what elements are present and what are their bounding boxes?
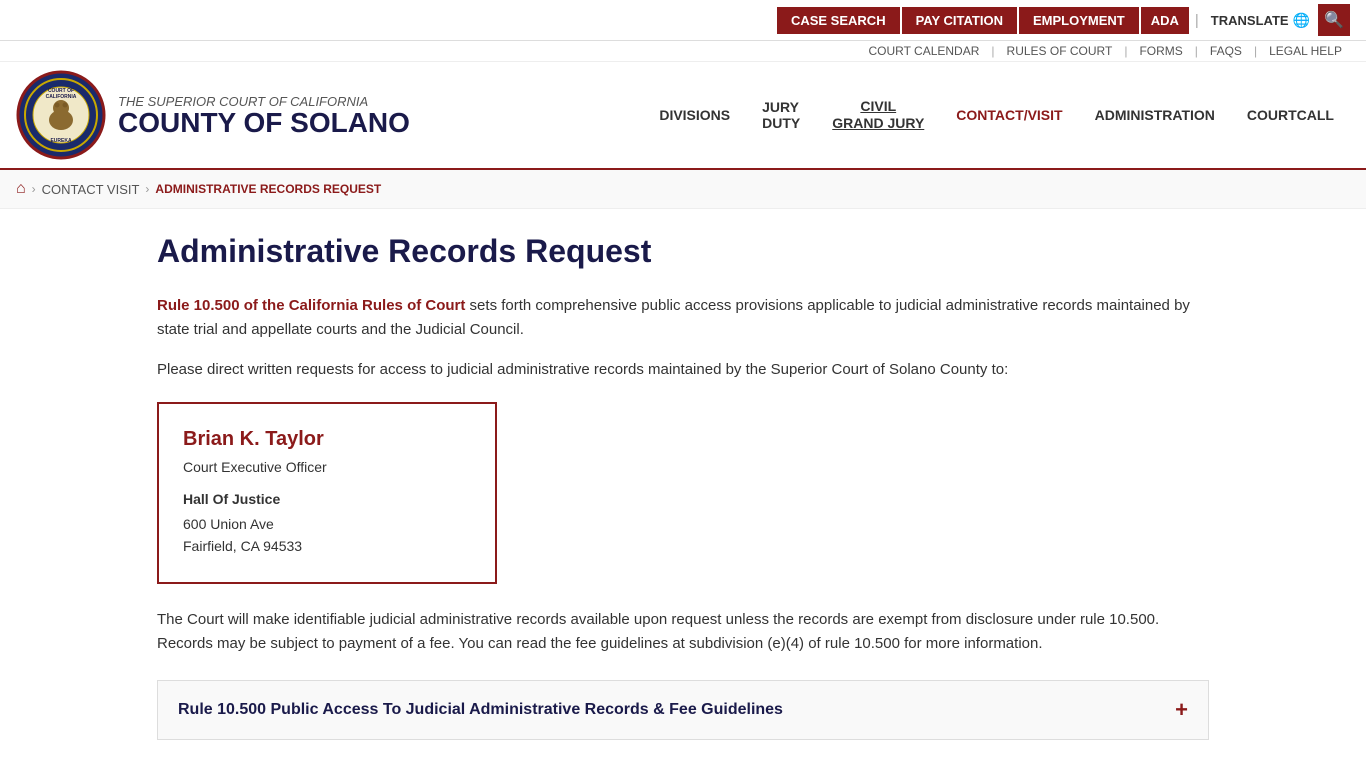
- nav-administration[interactable]: ADMINISTRATION: [1079, 99, 1231, 131]
- court-seal: COURT OF CALIFORNIA EUREKA: [16, 70, 106, 160]
- accordion-rule-10500: Rule 10.500 Public Access To Judicial Ad…: [157, 680, 1209, 740]
- forms-link[interactable]: FORMS: [1131, 44, 1190, 58]
- contact-address-line1: 600 Union Ave: [183, 513, 471, 535]
- nav-jury-duty-label: JURYDUTY: [762, 99, 800, 131]
- secondary-links-bar: COURT CALENDAR | RULES OF COURT | FORMS …: [0, 41, 1366, 62]
- contact-name: Brian K. Taylor: [183, 428, 471, 451]
- page-title: Administrative Records Request: [157, 233, 1209, 270]
- rules-of-court-link[interactable]: RULES OF COURT: [999, 44, 1121, 58]
- svg-text:CALIFORNIA: CALIFORNIA: [46, 94, 77, 100]
- nav-divisions[interactable]: DIVISIONS: [643, 99, 746, 131]
- nav-civil-grand-jury[interactable]: CIVIL GRAND JURY: [816, 90, 940, 140]
- globe-icon: 🌐: [1293, 12, 1310, 29]
- case-search-button[interactable]: CASE SEARCH: [777, 7, 900, 34]
- employment-button[interactable]: EMPLOYMENT: [1019, 7, 1139, 34]
- contact-card: Brian K. Taylor Court Executive Officer …: [157, 402, 497, 584]
- nav-courtcall[interactable]: COURTCALL: [1231, 99, 1350, 131]
- faqs-link[interactable]: FAQS: [1202, 44, 1250, 58]
- sep-1: |: [991, 44, 994, 58]
- logo-area: COURT OF CALIFORNIA EUREKA THE SUPERIOR …: [16, 70, 643, 160]
- direct-text: Please direct written requests for acces…: [157, 358, 1209, 382]
- breadcrumb-home-link[interactable]: ⌂: [16, 180, 26, 198]
- contact-location: Hall Of Justice: [183, 491, 471, 507]
- nav-grand-jury-label: GRAND JURY: [832, 115, 924, 132]
- svg-text:EUREKA: EUREKA: [50, 138, 72, 144]
- top-utility-bar: CASE SEARCH PAY CITATION EMPLOYMENT ADA …: [0, 0, 1366, 41]
- breadcrumb-sep-1: ›: [32, 182, 36, 196]
- search-button[interactable]: 🔍: [1318, 4, 1350, 36]
- search-icon: 🔍: [1324, 10, 1344, 30]
- translate-label: TRANSLATE: [1211, 13, 1289, 28]
- contact-address: 600 Union Ave Fairfield, CA 94533: [183, 513, 471, 558]
- logo-text: THE SUPERIOR COURT OF CALIFORNIA COUNTY …: [118, 94, 410, 137]
- body-text: The Court will make identifiable judicia…: [157, 608, 1209, 656]
- intro-paragraph: Rule 10.500 of the California Rules of C…: [157, 294, 1209, 342]
- legal-help-link[interactable]: LEGAL HELP: [1261, 44, 1350, 58]
- nav-contact-visit[interactable]: CONTACT/VISIT: [940, 99, 1078, 131]
- breadcrumb-sep-2: ›: [145, 182, 149, 196]
- accordion-header[interactable]: Rule 10.500 Public Access To Judicial Ad…: [158, 681, 1208, 739]
- court-calendar-link[interactable]: COURT CALENDAR: [860, 44, 987, 58]
- nav-civil-label: CIVIL: [860, 98, 896, 115]
- sep-4: |: [1254, 44, 1257, 58]
- main-content: Administrative Records Request Rule 10.5…: [133, 209, 1233, 772]
- sep-3: |: [1195, 44, 1198, 58]
- accordion-expand-icon: +: [1175, 697, 1188, 723]
- ada-button[interactable]: ADA: [1141, 7, 1189, 34]
- contact-address-line2: Fairfield, CA 94533: [183, 535, 471, 557]
- accordion-title: Rule 10.500 Public Access To Judicial Ad…: [178, 701, 783, 719]
- breadcrumb: ⌂ › CONTACT VISIT › ADMINISTRATIVE RECOR…: [0, 170, 1366, 209]
- breadcrumb-current-page: ADMINISTRATIVE RECORDS REQUEST: [155, 182, 381, 196]
- breadcrumb-contact-visit-link[interactable]: CONTACT VISIT: [42, 182, 140, 197]
- main-navigation: DIVISIONS JURYDUTY CIVIL GRAND JURY CONT…: [643, 90, 1350, 140]
- pipe-separator-1: |: [1195, 12, 1199, 29]
- sep-2: |: [1124, 44, 1127, 58]
- translate-button[interactable]: TRANSLATE 🌐: [1203, 12, 1318, 29]
- county-name: COUNTY OF SOLANO: [118, 109, 410, 137]
- nav-jury-duty[interactable]: JURYDUTY: [746, 91, 816, 139]
- contact-title: Court Executive Officer: [183, 459, 471, 475]
- pay-citation-button[interactable]: PAY CITATION: [902, 7, 1017, 34]
- home-icon: ⌂: [16, 180, 26, 197]
- site-header: COURT OF CALIFORNIA EUREKA THE SUPERIOR …: [0, 62, 1366, 170]
- rule-10500-link[interactable]: Rule 10.500 of the California Rules of C…: [157, 297, 465, 314]
